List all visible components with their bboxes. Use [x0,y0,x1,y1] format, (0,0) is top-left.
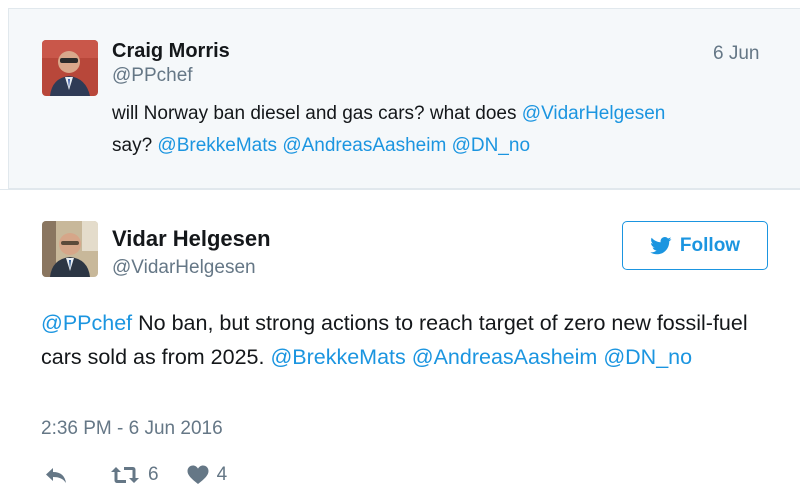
follow-label: Follow [679,234,741,256]
main-tweet-text: @PPchef No ban, but strong actions to re… [41,306,781,374]
mention-dn-no[interactable]: @DN_no [452,135,530,156]
follow-button[interactable]: Follow [622,221,768,270]
parent-author-name[interactable]: Craig Morris [112,40,230,63]
parent-tweet-date[interactable]: 6 Jun [713,43,759,65]
tweet-timestamp[interactable]: 2:36 PM - 6 Jun 2016 [41,418,223,440]
tweet-divider [0,189,800,190]
parent-tweet-text: will Norway ban diesel and gas cars? wha… [112,98,782,162]
reply-button[interactable] [44,466,76,484]
like-button[interactable]: 4 [187,464,228,486]
parent-text-part: will Norway ban diesel and gas cars? wha… [112,103,522,124]
retweet-count: 6 [148,464,159,485]
twitter-bird-icon [650,236,672,254]
reply-icon [46,468,66,483]
parent-text-part: say? [112,135,158,156]
main-author-handle[interactable]: @VidarHelgesen [112,257,256,279]
mention-brekkemats[interactable]: @BrekkeMats [157,135,277,156]
heart-icon [187,465,209,484]
mention-andreasaasheim[interactable]: @AndreasAasheim [282,135,446,156]
main-author-name[interactable]: Vidar Helgesen [112,226,271,252]
retweet-icon [111,467,139,483]
tweet-actions: 6 4 [44,462,255,488]
like-count: 4 [216,464,228,485]
vidar-helgesen-avatar[interactable] [42,221,98,277]
parent-author-handle[interactable]: @PPchef [112,65,193,87]
mention-dn-no[interactable]: @DN_no [603,345,692,369]
mention-andreasaasheim[interactable]: @AndreasAasheim [412,345,598,369]
mention-brekkemats[interactable]: @BrekkeMats [270,345,405,369]
mention-vidarhelgesen[interactable]: @VidarHelgesen [522,103,666,124]
craig-morris-avatar[interactable] [42,40,98,96]
mention-ppchef[interactable]: @PPchef [41,311,132,335]
retweet-button[interactable]: 6 [110,464,159,486]
